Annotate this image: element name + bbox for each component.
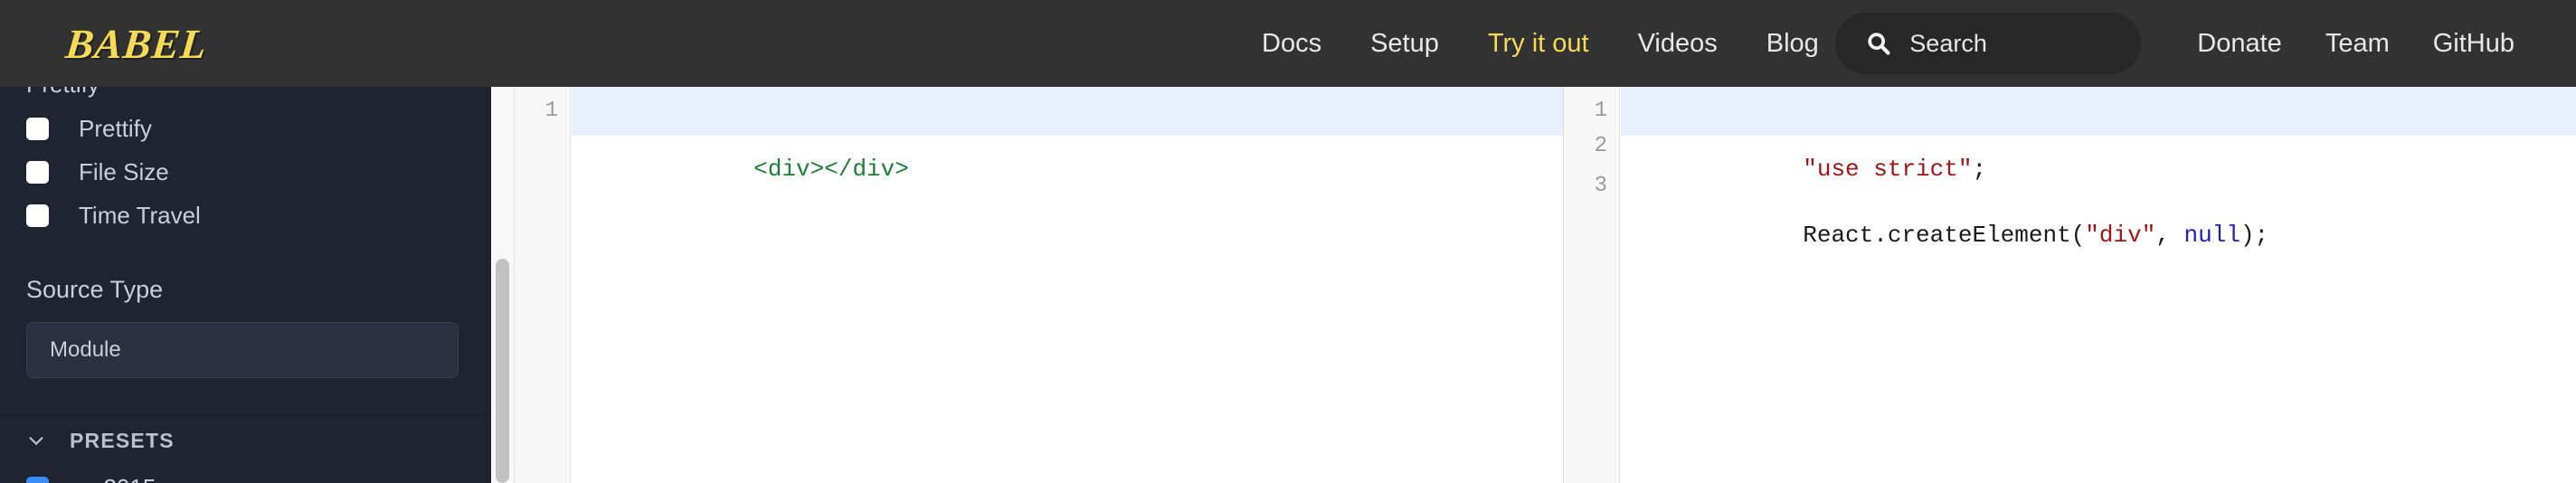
nav-link-github[interactable]: GitHub (2433, 30, 2514, 57)
search-input[interactable]: Search (1835, 13, 2142, 74)
option-label-file-size: File Size (79, 158, 169, 185)
code-token-keyword: null (2183, 222, 2240, 249)
option-label-time-travel: Time Travel (79, 202, 201, 229)
code-token-punct: , (2155, 222, 2184, 249)
babel-logo[interactable]: BABEL (63, 16, 209, 71)
code-line[interactable]: <div></div> (572, 87, 1563, 183)
input-editor-scrollbar-thumb[interactable] (496, 259, 509, 483)
checkbox-prettify[interactable] (26, 117, 49, 140)
input-editor-gutter: 1 (515, 87, 571, 483)
checkbox-es2015[interactable] (26, 476, 49, 483)
source-type-label: Source Type (26, 276, 164, 303)
line-number: 1 (545, 99, 558, 123)
presets-section-header[interactable]: PRESETS (0, 415, 491, 466)
option-prettify[interactable]: Prettify (0, 107, 491, 150)
line-number: 2 (1594, 134, 1607, 158)
checkbox-file-size[interactable] (26, 160, 49, 184)
code-line[interactable]: "use strict"; (1621, 87, 2576, 183)
input-editor-scrollbar[interactable] (491, 87, 515, 483)
output-editor-gutter: 1 2 3 (1564, 87, 1620, 483)
secondary-navigation: Search Donate Team GitHub (1835, 0, 2514, 87)
site-header: BABEL Docs Setup Try it out Videos Blog … (0, 0, 2576, 87)
input-editor[interactable]: 1 <div></div> (515, 87, 1563, 483)
presets-label: PRESETS (70, 428, 175, 452)
nav-link-donate[interactable]: Donate (2197, 30, 2282, 57)
nav-link-videos[interactable]: Videos (1638, 30, 1718, 57)
output-editor-code[interactable]: "use strict"; React.createElement("div",… (1621, 87, 2576, 483)
source-type-select[interactable]: Module (26, 322, 459, 378)
input-editor-pane: 1 <div></div> (491, 87, 1563, 483)
code-token-tag: <div></div> (753, 156, 909, 183)
nav-link-blog[interactable]: Blog (1766, 30, 1819, 57)
output-editor[interactable]: 1 2 3 "use strict"; React.createElement(… (1564, 87, 2576, 483)
line-number: 1 (1594, 99, 1607, 123)
repl-body: Prettify Prettify File Size Time Travel … (0, 87, 2576, 483)
settings-sidebar: Prettify Prettify File Size Time Travel … (0, 87, 491, 483)
input-editor-code[interactable]: <div></div> (572, 87, 1563, 483)
preset-label-es2015: es2015 (79, 476, 156, 483)
option-time-travel[interactable]: Time Travel (0, 194, 491, 237)
code-token-string: "use strict" (1803, 156, 1973, 183)
main-navigation: Docs Setup Try it out Videos Blog (1262, 0, 1819, 87)
option-label-prettify: Prettify (79, 115, 152, 142)
source-type-value: Module (50, 337, 121, 362)
search-icon (1868, 33, 1890, 55)
preset-es2015[interactable]: es2015 (0, 466, 491, 483)
code-token-punct: ); (2240, 222, 2269, 249)
code-token-identifier: React.createElement( (1803, 222, 2086, 249)
nav-link-docs[interactable]: Docs (1262, 30, 1321, 57)
option-file-size[interactable]: File Size (0, 150, 491, 194)
chevron-down-icon (29, 437, 43, 445)
code-token-punct: ; (1972, 156, 1987, 183)
checkbox-time-travel[interactable] (26, 204, 49, 227)
nav-link-try-it-out[interactable]: Try it out (1488, 30, 1589, 57)
nav-link-team[interactable]: Team (2325, 30, 2390, 57)
output-editor-pane: 1 2 3 "use strict"; React.createElement(… (1563, 87, 2576, 483)
babel-repl-page: BABEL Docs Setup Try it out Videos Blog … (0, 0, 2576, 483)
line-number: 3 (1594, 174, 1607, 198)
code-token-string: "div" (2085, 222, 2156, 249)
search-placeholder: Search (1909, 29, 1987, 57)
nav-link-setup[interactable]: Setup (1370, 30, 1439, 57)
